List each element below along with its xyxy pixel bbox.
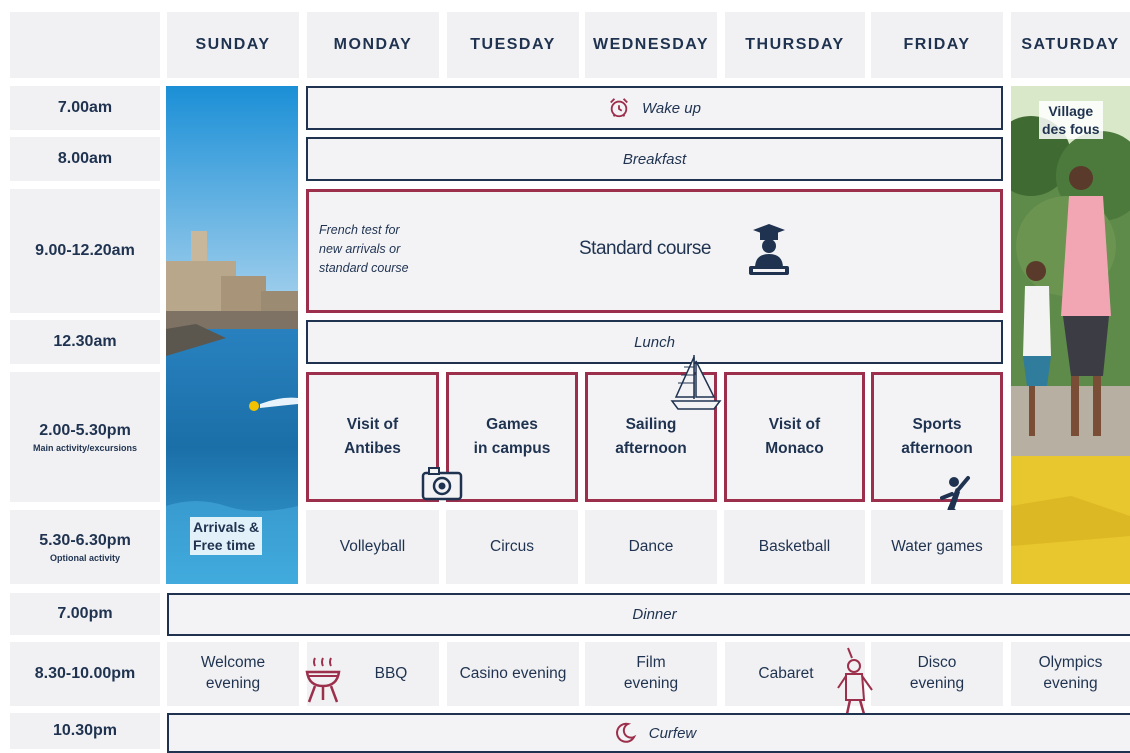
french-test-note: French test for new arrivals or standard…	[319, 223, 409, 275]
time-slot-curfew: 10.30pm	[10, 713, 160, 749]
bbq-grill-icon	[305, 657, 341, 703]
sailboat-icon	[670, 355, 722, 410]
curfew-label: Curfew	[648, 724, 697, 742]
standard-course-box: French test for new arrivals or standard…	[306, 189, 1003, 313]
header-monday: MONDAY	[307, 12, 439, 78]
time-label: 2.00-5.30pm	[39, 421, 131, 439]
lunch-label: Lunch	[634, 333, 675, 351]
header-friday: FRIDAY	[871, 12, 1003, 78]
time-label: 9.00-12.20am	[35, 242, 135, 259]
evening-disco: Disco evening	[871, 642, 1003, 706]
breakfast-banner: Breakfast	[306, 137, 1003, 181]
time-sublabel: Main activity/excursions	[32, 442, 138, 453]
header-sunday: SUNDAY	[167, 12, 299, 78]
optional-volleyball: Volleyball	[306, 510, 439, 584]
wake-up-banner: Wake up	[306, 86, 1003, 130]
time-sublabel: Optional activity	[49, 552, 120, 563]
saturday-village-label: Village des fous	[1039, 101, 1103, 140]
header-saturday: SATURDAY	[1011, 12, 1130, 78]
curfew-banner: Curfew	[167, 713, 1130, 753]
evening-film: Film evening	[585, 642, 717, 706]
optional-water-games: Water games	[871, 510, 1003, 584]
optional-dance: Dance	[585, 510, 717, 584]
dinner-banner: Dinner	[167, 593, 1130, 636]
time-label: 5.30-6.30pm	[39, 531, 131, 549]
header-tuesday: TUESDAY	[447, 12, 579, 78]
dinner-label: Dinner	[632, 606, 677, 623]
evening-olympics: Olympics evening	[1011, 642, 1130, 706]
saturday-photo-village: Village des fous	[1011, 86, 1130, 584]
time-label: 12.30am	[53, 333, 117, 350]
cabaret-label: Cabaret	[758, 664, 814, 682]
time-label: 7.00pm	[57, 605, 113, 622]
corner-header	[10, 12, 160, 78]
header-thursday: THURSDAY	[725, 12, 865, 78]
optional-basketball: Basketball	[724, 510, 865, 584]
village-des-fous-image	[1011, 86, 1130, 584]
breakfast-label: Breakfast	[622, 150, 687, 168]
antibes-seaside-image	[166, 86, 298, 584]
time-slot-afternoon: 2.00-5.30pm Main activity/excursions	[10, 372, 160, 502]
moon-icon	[615, 722, 637, 743]
time-slot-lunch: 12.30am	[10, 320, 160, 364]
time-slot-morning: 9.00-12.20am	[10, 189, 160, 313]
sunday-arrivals-label: Arrivals & Free time	[190, 517, 263, 556]
wake-up-label: Wake up	[642, 99, 701, 117]
time-label: 7.00am	[57, 99, 113, 116]
standard-course-label: Standard course	[579, 238, 711, 259]
activity-visit-antibes: Visit of Antibes	[306, 372, 439, 502]
activity-visit-monaco: Visit of Monaco	[724, 372, 865, 502]
time-label: 10.30pm	[52, 722, 118, 739]
activity-label: Sailing afternoon	[615, 415, 687, 457]
optional-circus: Circus	[446, 510, 578, 584]
alarm-clock-icon	[610, 98, 628, 118]
evening-casino: Casino evening	[447, 642, 579, 706]
evening-welcome: Welcome evening	[167, 642, 299, 706]
graduation-cap-icon	[749, 224, 789, 275]
time-slot-dinner: 7.00pm	[10, 593, 160, 635]
activity-label: Visit of Antibes	[344, 415, 401, 457]
sunday-photo-antibes: Arrivals & Free time	[166, 86, 298, 584]
time-label: 8.00am	[57, 150, 113, 167]
time-slot-optional: 5.30-6.30pm Optional activity	[10, 510, 160, 584]
time-slot-evening: 8.30-10.00pm	[10, 642, 160, 706]
activity-label: Games in campus	[473, 415, 551, 457]
header-wednesday: WEDNESDAY	[585, 12, 717, 78]
time-slot-breakfast: 8.00am	[10, 137, 160, 181]
lunch-banner: Lunch	[306, 320, 1003, 364]
activity-games-campus: Games in campus	[446, 372, 578, 502]
activity-label: Sports afternoon	[901, 415, 973, 457]
bbq-label: BBQ	[374, 664, 408, 682]
activity-label: Visit of Monaco	[765, 415, 824, 457]
camera-icon	[421, 467, 463, 501]
time-label: 8.30-10.00pm	[34, 665, 136, 682]
time-slot-wake: 7.00am	[10, 86, 160, 130]
